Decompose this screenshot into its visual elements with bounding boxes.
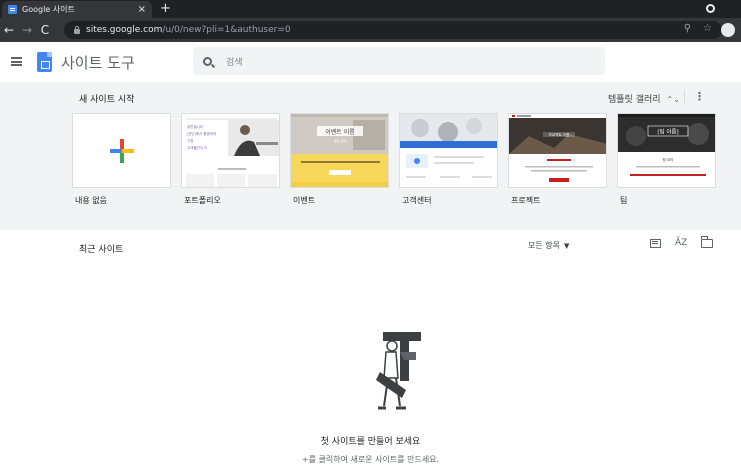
view-controls: A͂Z: [650, 236, 714, 248]
template-card-portfolio[interactable]: 유민솔니티 |전단|에서 활동하여 기업 고객물건이 이: [181, 113, 280, 188]
browser-tab-strip: Google 사이트 × +: [0, 0, 741, 18]
profile-avatar[interactable]: [721, 23, 735, 37]
empty-state-subtitle: +를 클릭하여 새로운 사이트를 만드세요.: [301, 455, 440, 464]
portfolio-text-3: 기업: [187, 138, 193, 143]
event-text-1: 이벤트 이름: [325, 128, 355, 136]
plus-icon: [110, 139, 134, 163]
event-text-2: 행사 날짜: [334, 138, 346, 143]
team-thumbnail: [팀 이름] 팀 요약: [618, 114, 715, 187]
tab-close-icon[interactable]: ×: [138, 4, 146, 15]
template-card-help-center[interactable]: [399, 113, 498, 188]
caret-down-icon: ▼: [563, 242, 570, 250]
forward-arrow-icon[interactable]: →: [18, 23, 36, 37]
app-header: 사이트 도구 검색: [0, 42, 741, 82]
search-icon[interactable]: [203, 56, 212, 66]
main-menu-icon[interactable]: [11, 57, 22, 66]
url-host: sites.google.com: [86, 25, 163, 35]
portfolio-text-1: 유민솔니티: [187, 124, 203, 129]
project-thumbnail: 프로젝트 이름: [509, 114, 606, 187]
search-placeholder[interactable]: 검색: [226, 55, 243, 68]
template-card-team[interactable]: [팀 이름] 팀 요약: [617, 113, 716, 188]
unfold-icon: ⌃⌄: [666, 95, 680, 104]
zoom-icon[interactable]: ⚲: [684, 23, 691, 34]
template-section: 새 사이트 시작 템플릿 갤러리 ⌃⌄ ⋮ 내용 없음 유민솔니티 |전단|에서 …: [0, 82, 741, 230]
window-control-icon[interactable]: [706, 4, 715, 13]
template-label-help-center: 고객센터: [402, 196, 432, 205]
event-thumbnail: 이벤트 이름 행사 날짜: [291, 114, 388, 187]
template-label-event: 이벤트: [293, 196, 316, 205]
reload-icon[interactable]: C: [36, 23, 54, 37]
help-center-thumbnail: [400, 114, 497, 187]
project-text-1: 프로젝트 이름: [549, 132, 570, 137]
team-text-1: [팀 이름]: [657, 128, 678, 136]
template-card-blank[interactable]: [72, 113, 171, 188]
template-card-event[interactable]: 이벤트 이름 행사 날짜: [290, 113, 389, 188]
template-gallery-label: 템플릿 갤러리: [608, 95, 661, 105]
tab-title: Google 사이트: [22, 5, 75, 14]
app-title[interactable]: 사이트 도구: [61, 52, 135, 73]
new-tab-button[interactable]: +: [160, 1, 171, 16]
more-options-icon[interactable]: ⋮: [694, 90, 705, 103]
team-text-2: 팀 요약: [663, 157, 675, 162]
back-arrow-icon[interactable]: ←: [0, 23, 18, 37]
lock-icon: [74, 26, 80, 34]
portfolio-text-2: |전단|에서 활동하여: [187, 131, 216, 136]
owner-filter-dropdown[interactable]: 모든 항목 ▼: [528, 240, 569, 251]
url-path: /u/0/new?pli=1&authuser=0: [162, 25, 291, 35]
bookmark-star-icon[interactable]: ☆: [703, 23, 712, 34]
portfolio-thumbnail: 유민솔니티 |전단|에서 활동하여 기업 고객물건이 이: [182, 114, 279, 187]
list-view-icon[interactable]: [650, 238, 661, 248]
owner-filter-label: 모든 항목: [528, 241, 560, 250]
empty-state-illustration: [376, 332, 421, 410]
folder-icon[interactable]: [700, 236, 714, 248]
template-card-project[interactable]: 프로젝트 이름: [508, 113, 607, 188]
template-label-project: 프로젝트: [511, 196, 541, 205]
recent-sites-title: 최근 사이트: [79, 245, 124, 255]
address-bar[interactable]: sites.google.com/u/0/new?pli=1&authuser=…: [64, 21, 722, 39]
empty-state-title: 첫 사이트를 만들어 보세요: [320, 437, 421, 447]
sites-logo-icon[interactable]: [37, 52, 52, 72]
template-section-title: 새 사이트 시작: [79, 95, 135, 105]
template-label-blank: 내용 없음: [75, 196, 107, 205]
template-label-team: 팀: [620, 196, 628, 205]
divider: [684, 90, 685, 104]
portfolio-text-4: 고객물건이 이: [187, 145, 207, 150]
template-label-portfolio: 포트폴리오: [184, 196, 221, 205]
browser-tab[interactable]: Google 사이트 ×: [2, 1, 152, 18]
sort-az-icon[interactable]: A͂Z: [675, 238, 687, 248]
google-sites-favicon-icon: [8, 5, 17, 14]
search-box[interactable]: 검색: [193, 47, 605, 75]
template-gallery-button[interactable]: 템플릿 갤러리 ⌃⌄: [608, 92, 680, 105]
browser-toolbar: ← → C sites.google.com/u/0/new?pli=1&aut…: [0, 18, 741, 42]
